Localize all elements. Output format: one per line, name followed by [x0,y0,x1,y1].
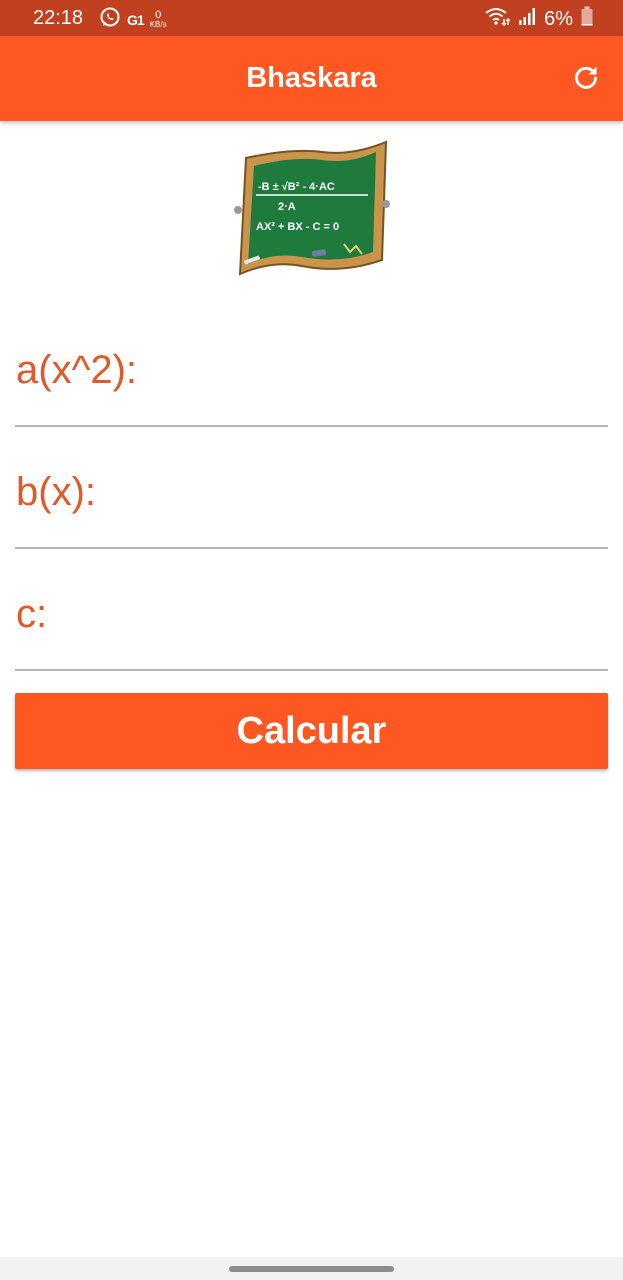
app-title: Bhaskara [246,62,377,94]
c-coefficient-field[interactable]: c: [15,589,608,671]
a-coefficient-field[interactable]: a(x^2): [15,345,608,427]
b-coefficient-label: b(x): [16,470,96,514]
app-bar: Bhaskara [0,36,623,121]
home-gesture-handle[interactable] [229,1266,394,1272]
formula-line-3: AX² + BX - C = 0 [256,221,339,233]
whatsapp-icon [99,6,121,33]
network-speed-unit: KB/s [149,19,167,29]
battery-icon [581,6,593,31]
status-time: 22:18 [33,7,84,29]
carrier-badge: G1 [127,11,145,28]
network-speed-value: 0 [155,8,162,21]
status-bar: 22:18 G1 0 KB/s 6% [0,0,623,36]
a-coefficient-label: a(x^2): [16,348,138,392]
calculate-button[interactable]: Calcular [15,693,608,769]
network-speed: 0 KB/s [149,8,167,30]
battery-level: 6% [544,7,573,30]
wifi-icon [484,6,511,31]
bhaskara-chalkboard-image: -B ± √B² - 4·AC 2·A AX² + BX - C = 0 [232,140,392,282]
refresh-button[interactable] [571,64,601,94]
refresh-icon [572,63,600,96]
b-coefficient-field[interactable]: b(x): [15,467,608,549]
formula-line-2: 2·A [278,201,296,213]
formula-line-1: -B ± √B² - 4·AC [258,181,335,193]
navigation-bar [0,1257,623,1280]
status-system-icons: 6% [484,6,593,31]
c-coefficient-label: c: [16,592,48,636]
signal-icon [518,6,536,31]
status-notification-icons: G1 0 KB/s [99,6,167,33]
